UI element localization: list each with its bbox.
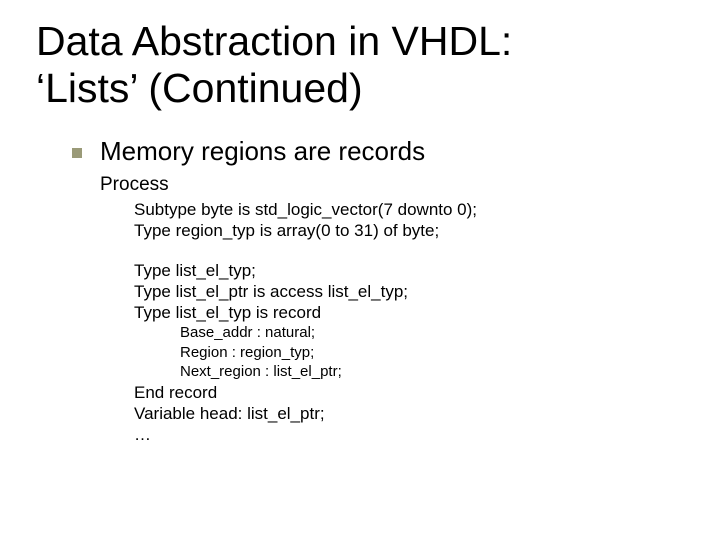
spacer [72,242,684,260]
bullet-item: Memory regions are records [72,136,684,167]
square-bullet-icon [72,148,82,158]
code-line: Type list_el_typ; [72,260,684,281]
code-line: End record [72,382,684,403]
code-line: Region : region_typ; [72,343,684,363]
code-line: Type region_typ is array(0 to 31) of byt… [72,220,684,241]
code-line: Base_addr : natural; [72,323,684,343]
slide-body: Memory regions are records Process Subty… [36,136,684,445]
title-line-1: Data Abstraction in VHDL: [36,18,512,64]
code-line: Type list_el_ptr is access list_el_typ; [72,281,684,302]
code-line: Subtype byte is std_logic_vector(7 downt… [72,199,684,220]
sub-item-process: Process [72,173,684,197]
code-line: … [72,424,684,445]
slide: Data Abstraction in VHDL: ‘Lists’ (Conti… [0,0,720,540]
title-line-2: ‘Lists’ (Continued) [36,65,363,111]
code-line: Variable head: list_el_ptr; [72,403,684,424]
code-line: Next_region : list_el_ptr; [72,362,684,382]
code-line: Type list_el_typ is record [72,302,684,323]
slide-title: Data Abstraction in VHDL: ‘Lists’ (Conti… [36,18,684,112]
bullet-text: Memory regions are records [100,136,425,167]
